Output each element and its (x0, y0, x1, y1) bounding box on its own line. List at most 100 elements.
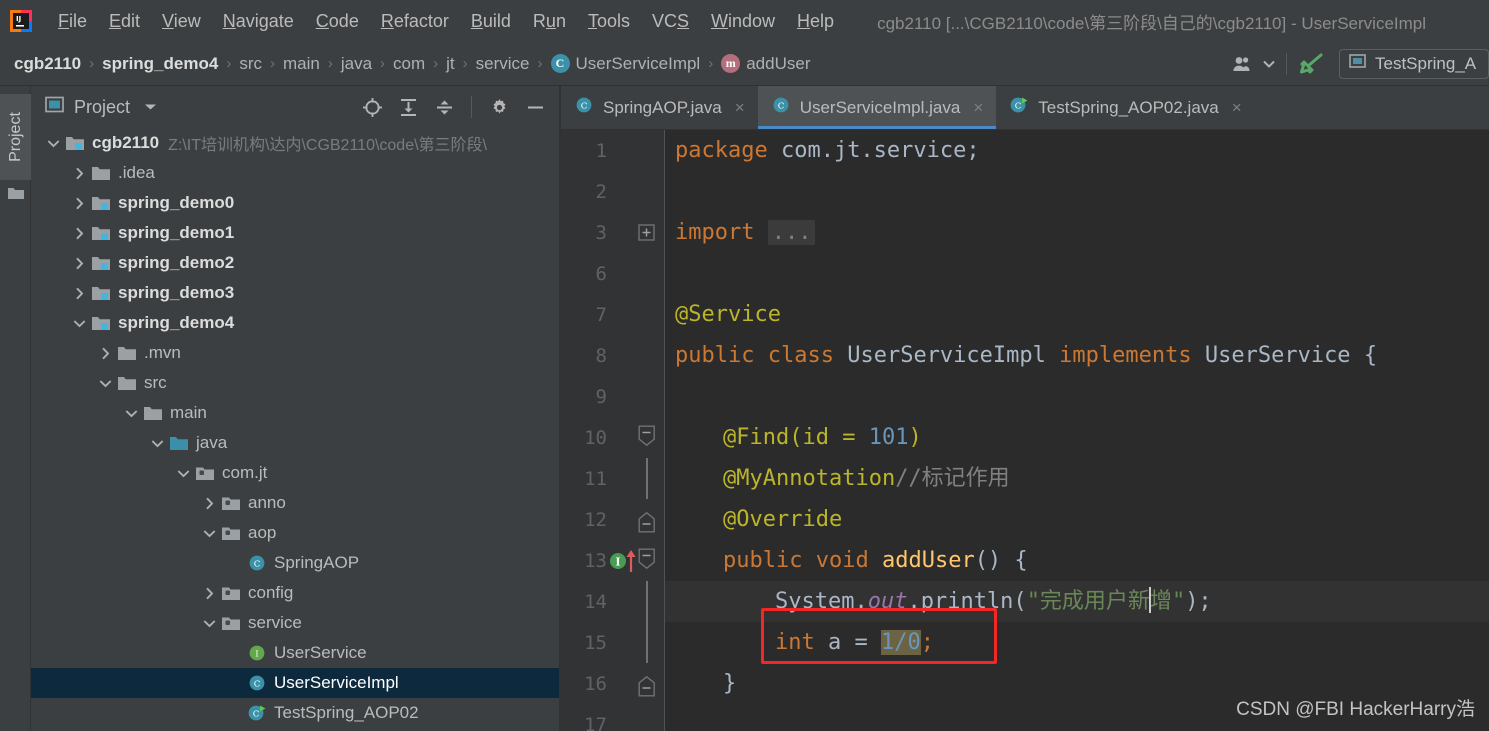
run-configuration-selector[interactable]: TestSpring_A (1339, 48, 1489, 79)
gutter-line-3[interactable]: 3 (561, 212, 664, 253)
gutter-line-6[interactable]: 6 (561, 253, 664, 294)
chevron-right-icon[interactable] (71, 195, 88, 212)
menu-item-tools[interactable]: Tools (577, 0, 641, 42)
tree-node-cgb2110[interactable]: cgb2110 Z:\IT培训机构\达内\CGB2110\code\第三阶段\ (31, 128, 560, 158)
breadcrumb-item-service[interactable]: service (476, 54, 530, 74)
chevron-down-icon[interactable] (71, 315, 88, 332)
tree-node-userservice[interactable]: I UserService (31, 638, 560, 668)
code-editor[interactable]: 1 2 3 6 7 8 9 10 11 12 13 I 14 15 16 17 package com.jt.… (561, 130, 1489, 731)
tree-node-anno[interactable]: anno (31, 488, 560, 518)
chevron-right-icon[interactable] (97, 345, 114, 362)
breadcrumb-item-java[interactable]: java (341, 54, 372, 74)
chevron-down-icon[interactable] (201, 615, 218, 632)
close-icon[interactable]: × (735, 98, 745, 118)
menu-item-code[interactable]: Code (305, 0, 370, 42)
collapsed-imports-fold[interactable]: ... (767, 220, 816, 245)
tree-node-aop[interactable]: aop (31, 518, 560, 548)
tree-node-testspring-aop02[interactable]: C TestSpring_AOP02 (31, 698, 560, 728)
breadcrumb-item-spring-demo4[interactable]: spring_demo4 (102, 54, 218, 74)
menu-item-help[interactable]: Help (786, 0, 845, 42)
gutter-line-9[interactable]: 9 (561, 376, 664, 417)
chevron-down-icon[interactable] (201, 525, 218, 542)
tree-node-spring-demo0[interactable]: spring_demo0 (31, 188, 560, 218)
tree-node--mvn[interactable]: .mvn (31, 338, 560, 368)
annotation-find: @Find(id = (723, 425, 869, 450)
settings-gear-icon[interactable] (482, 92, 516, 122)
user-account-button[interactable] (1226, 49, 1260, 79)
close-icon[interactable]: × (1232, 98, 1242, 118)
menu-item-build[interactable]: Build (460, 0, 522, 42)
tree-node-spring-demo1[interactable]: spring_demo1 (31, 218, 560, 248)
scroll-from-source-icon[interactable] (355, 92, 389, 122)
chevron-down-icon[interactable] (97, 375, 114, 392)
tree-node-spring-demo4[interactable]: spring_demo4 (31, 308, 560, 338)
tree-node-config[interactable]: config (31, 578, 560, 608)
breadcrumb-item-main[interactable]: main (283, 54, 320, 74)
breadcrumb-label: src (239, 53, 262, 73)
tree-node-service[interactable]: service (31, 608, 560, 638)
gutter-line-2[interactable]: 2 (561, 171, 664, 212)
gutter-line-11[interactable]: 11 (561, 458, 664, 499)
gutter-line-17[interactable]: 17 (561, 704, 664, 731)
chevron-down-icon[interactable] (45, 135, 62, 152)
gutter-line-13[interactable]: 13 I (561, 540, 664, 581)
gutter-line-14[interactable]: 14 (561, 581, 664, 622)
svg-text:C: C (1015, 101, 1022, 111)
tree-node-java[interactable]: java (31, 428, 560, 458)
hide-panel-icon[interactable] (518, 92, 552, 122)
chevron-right-icon[interactable] (71, 225, 88, 242)
editor-tab-userserviceimpl-java[interactable]: C UserServiceImpl.java × (757, 86, 997, 129)
chevron-down-icon[interactable] (144, 98, 157, 116)
breadcrumb-item-userserviceimpl[interactable]: C UserServiceImpl (550, 54, 700, 74)
tool-window-button-project[interactable]: Project (0, 94, 31, 180)
menu-item-file[interactable]: File (47, 0, 98, 42)
editor-tab-springaop-java[interactable]: C SpringAOP.java × (561, 86, 758, 129)
string-literal-part2: 增" (1149, 589, 1186, 614)
chevron-down-icon[interactable] (175, 465, 192, 482)
breadcrumb-item-src[interactable]: src (239, 54, 262, 74)
gutter-line-7[interactable]: 7 (561, 294, 664, 335)
chevron-down-icon[interactable] (123, 405, 140, 422)
gutter-line-10[interactable]: 10 (561, 417, 664, 458)
editor-tab-testspring-aop02-java[interactable]: C TestSpring_AOP02.java × (996, 86, 1255, 129)
menu-item-window[interactable]: Window (700, 0, 786, 42)
tree-node-userserviceimpl[interactable]: C UserServiceImpl (31, 668, 560, 698)
tree-node-com-jt[interactable]: com.jt (31, 458, 560, 488)
gutter-line-16[interactable]: 16 (561, 663, 664, 704)
breadcrumb-item-adduser[interactable]: m addUser (721, 54, 810, 74)
breadcrumb-item-cgb2110[interactable]: cgb2110 (14, 54, 81, 74)
menu-item-view[interactable]: View (151, 0, 212, 42)
code-content[interactable]: package com.jt.service; import ... @Serv… (665, 130, 1489, 731)
chevron-right-icon[interactable] (201, 585, 218, 602)
menu-item-refactor[interactable]: Refactor (370, 0, 460, 42)
gutter-line-12[interactable]: 12 (561, 499, 664, 540)
gutter-line-15[interactable]: 15 (561, 622, 664, 663)
gutter-line-1[interactable]: 1 (561, 130, 664, 171)
expand-all-icon[interactable] (391, 92, 425, 122)
gutter-line-8[interactable]: 8 (561, 335, 664, 376)
chevron-right-icon[interactable] (71, 255, 88, 272)
tree-node-spring-demo2[interactable]: spring_demo2 (31, 248, 560, 278)
chevron-down-icon[interactable] (149, 435, 166, 452)
menu-item-vcs[interactable]: VCS (641, 0, 700, 42)
editor-gutter[interactable]: 1 2 3 6 7 8 9 10 11 12 13 I 14 15 16 17 (561, 130, 664, 731)
tree-node-spring-demo3[interactable]: spring_demo3 (31, 278, 560, 308)
chevron-right-icon[interactable] (201, 495, 218, 512)
menu-items-container: File Edit View Navigate Code Refactor Build Run… (47, 0, 845, 42)
chevron-down-icon[interactable] (1260, 49, 1278, 79)
breadcrumb-item-com[interactable]: com (393, 54, 425, 74)
menu-item-navigate[interactable]: Navigate (212, 0, 305, 42)
collapse-all-icon[interactable] (427, 92, 461, 122)
tree-node--idea[interactable]: .idea (31, 158, 560, 188)
breadcrumb-item-jt[interactable]: jt (446, 54, 455, 74)
build-hammer-icon[interactable] (1295, 49, 1329, 79)
tree-node-src[interactable]: src (31, 368, 560, 398)
chevron-right-icon[interactable] (71, 285, 88, 302)
tree-node-main[interactable]: main (31, 398, 560, 428)
menu-item-edit[interactable]: Edit (98, 0, 151, 42)
menu-item-run[interactable]: Run (522, 0, 577, 42)
close-icon[interactable]: × (973, 98, 983, 118)
variable-a: a = (814, 630, 881, 655)
tree-node-springaop[interactable]: C SpringAOP (31, 548, 560, 578)
chevron-right-icon[interactable] (71, 165, 88, 182)
